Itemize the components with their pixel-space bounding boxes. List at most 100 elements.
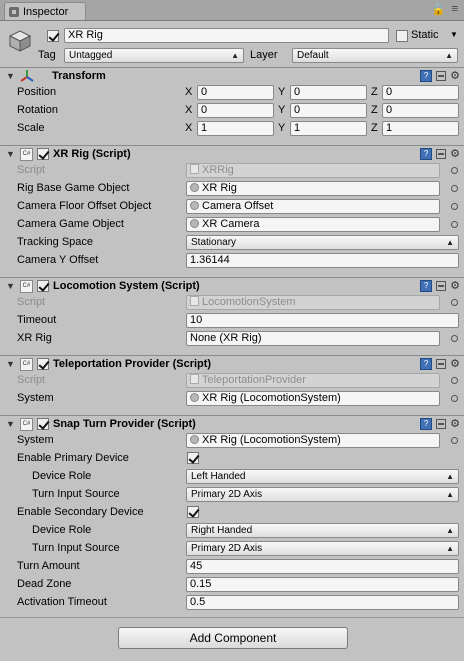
tab-controls: 🔒 ≡	[432, 3, 458, 16]
layer-dropdown[interactable]: Default ▲	[292, 48, 458, 63]
snap-turn-enabled-checkbox[interactable]	[37, 418, 49, 430]
rig-base-field[interactable]: XR Rig	[186, 181, 440, 196]
scale-x-input[interactable]: 1	[197, 121, 274, 136]
script-file-icon	[190, 374, 199, 385]
static-dropdown-arrow-icon[interactable]: ▼	[450, 27, 458, 42]
fold-arrow-icon[interactable]: ▼	[6, 149, 15, 159]
active-checkbox[interactable]	[47, 30, 59, 42]
script-label: Script	[17, 296, 46, 308]
object-picker-icon[interactable]	[451, 203, 458, 210]
position-y-input[interactable]: 0	[290, 85, 367, 100]
rotation-y-input[interactable]: 0	[290, 103, 367, 118]
primary-device-role-dropdown[interactable]: Left Handed ▲	[186, 469, 459, 484]
camera-floor-field[interactable]: Camera Offset	[186, 199, 440, 214]
gameobject-icon	[190, 200, 199, 210]
enable-primary-checkbox[interactable]	[187, 452, 199, 464]
teleport-enabled-checkbox[interactable]	[37, 358, 49, 370]
gear-icon[interactable]: ⚙	[450, 148, 460, 160]
script-value: TeleportationProvider	[202, 374, 306, 386]
script-file-icon	[190, 296, 199, 307]
tag-dropdown[interactable]: Untagged ▲	[64, 48, 244, 63]
tracking-space-dropdown[interactable]: Stationary ▲	[186, 235, 459, 250]
gear-icon[interactable]: ⚙	[450, 280, 460, 292]
tab-inspector[interactable]: Inspector	[4, 2, 86, 20]
preset-icon[interactable]	[436, 149, 447, 159]
locomotion-enabled-checkbox[interactable]	[37, 280, 49, 292]
fold-arrow-icon[interactable]: ▼	[6, 71, 15, 81]
snap-turn-header-icons: ? ⚙	[420, 418, 460, 430]
locomotion-header[interactable]: ▼ C# Locomotion System (Script) ? ⚙	[0, 277, 464, 295]
preset-icon[interactable]	[436, 359, 447, 369]
system-field[interactable]: XR Rig (LocomotionSystem)	[186, 391, 440, 406]
chevron-updown-icon: ▲	[446, 238, 454, 247]
activation-timeout-label: Activation Timeout	[17, 596, 107, 608]
gear-icon[interactable]: ⚙	[450, 418, 460, 430]
add-component-button[interactable]: Add Component	[118, 627, 348, 649]
preset-icon[interactable]	[436, 419, 447, 429]
object-picker-icon[interactable]	[451, 395, 458, 402]
rig-base-value: XR Rig	[202, 182, 237, 194]
enable-secondary-label: Enable Secondary Device	[17, 506, 144, 518]
camera-y-offset-input[interactable]: 1.36144	[186, 253, 459, 268]
secondary-device-role-dropdown[interactable]: Right Handed ▲	[186, 523, 459, 538]
gear-icon[interactable]: ⚙	[450, 358, 460, 370]
divider	[0, 617, 464, 618]
activation-timeout-input[interactable]: 0.5	[186, 595, 459, 610]
rotation-x-input[interactable]: 0	[197, 103, 274, 118]
primary-device-role-value: Left Handed	[191, 471, 246, 482]
help-book-icon[interactable]: ?	[420, 148, 433, 160]
position-x-input[interactable]: 0	[197, 85, 274, 100]
xr-rig-header[interactable]: ▼ C# XR Rig (Script) ? ⚙	[0, 145, 464, 163]
teleport-header[interactable]: ▼ C# Teleportation Provider (Script) ? ⚙	[0, 355, 464, 373]
fold-arrow-icon[interactable]: ▼	[6, 281, 15, 291]
snap-turn-header[interactable]: ▼ C# Snap Turn Provider (Script) ? ⚙	[0, 415, 464, 433]
lock-icon[interactable]: 🔒	[432, 3, 446, 16]
tag-label: Tag	[38, 49, 56, 61]
script-value: LocomotionSystem	[202, 296, 296, 308]
object-picker-icon[interactable]	[451, 437, 458, 444]
help-book-icon[interactable]: ?	[420, 280, 433, 292]
xr-rig-enabled-checkbox[interactable]	[37, 148, 49, 160]
help-book-icon[interactable]: ?	[420, 70, 433, 82]
cube-icon	[8, 30, 32, 52]
menu-icon[interactable]: ≡	[452, 3, 458, 16]
secondary-turn-input-dropdown[interactable]: Primary 2D Axis ▲	[186, 541, 459, 556]
system-value: XR Rig (LocomotionSystem)	[202, 392, 341, 404]
timeout-input[interactable]: 10	[186, 313, 459, 328]
gear-icon[interactable]: ⚙	[450, 70, 460, 82]
dead-zone-input[interactable]: 0.15	[186, 577, 459, 592]
csharp-script-icon: C#	[20, 358, 33, 371]
enable-secondary-checkbox[interactable]	[187, 506, 199, 518]
chevron-updown-icon: ▲	[446, 526, 454, 535]
primary-turn-input-dropdown[interactable]: Primary 2D Axis ▲	[186, 487, 459, 502]
preset-icon[interactable]	[436, 281, 447, 291]
axis-z-label: Z	[371, 104, 378, 116]
help-book-icon[interactable]: ?	[420, 358, 433, 370]
object-picker-icon[interactable]	[451, 185, 458, 192]
gameobject-name-input[interactable]: XR Rig	[64, 28, 389, 43]
fold-arrow-icon[interactable]: ▼	[6, 359, 15, 369]
turn-amount-input[interactable]: 45	[186, 559, 459, 574]
object-picker-icon[interactable]	[451, 377, 458, 384]
xr-rig-ref-field[interactable]: None (XR Rig)	[186, 331, 440, 346]
preset-icon[interactable]	[436, 71, 447, 81]
script-value: XRRig	[202, 164, 234, 176]
system-field[interactable]: XR Rig (LocomotionSystem)	[186, 433, 440, 448]
transform-header[interactable]: ▼ Transform ? ⚙	[0, 67, 464, 85]
script-field: XRRig	[186, 163, 440, 178]
script-file-icon	[190, 164, 199, 175]
object-picker-icon[interactable]	[451, 335, 458, 342]
scale-z-input[interactable]: 1	[382, 121, 459, 136]
rotation-z-input[interactable]: 0	[382, 103, 459, 118]
help-book-icon[interactable]: ?	[420, 418, 433, 430]
scale-y-input[interactable]: 1	[290, 121, 367, 136]
position-z-input[interactable]: 0	[382, 85, 459, 100]
secondary-device-role-value: Right Handed	[191, 525, 253, 536]
object-picker-icon[interactable]	[451, 299, 458, 306]
object-picker-icon[interactable]	[451, 221, 458, 228]
fold-arrow-icon[interactable]: ▼	[6, 419, 15, 429]
camera-go-field[interactable]: XR Camera	[186, 217, 440, 232]
object-picker-icon[interactable]	[451, 167, 458, 174]
static-checkbox[interactable]	[396, 30, 408, 42]
scale-label: Scale	[17, 122, 45, 134]
